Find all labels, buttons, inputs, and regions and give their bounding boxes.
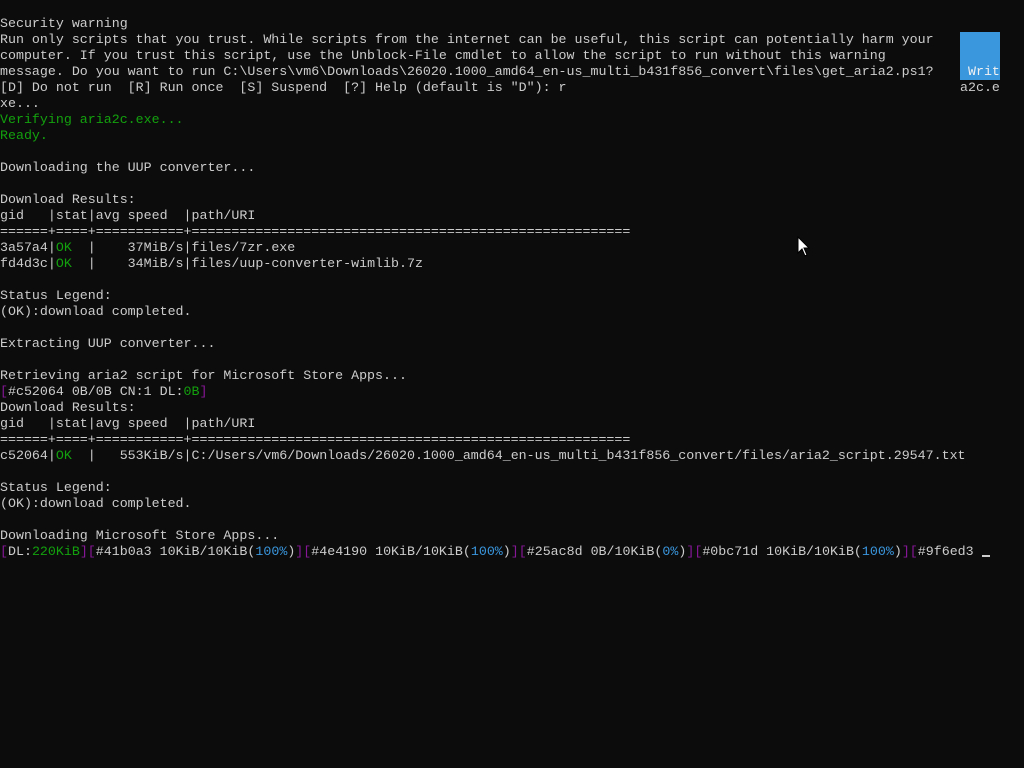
terminal-text: [D] Do not run [R] Run once [S] Suspend … xyxy=(0,80,567,95)
progress-line: Writ xyxy=(960,64,1000,79)
terminal-line: xe... xyxy=(0,96,1010,112)
terminal-line: gid |stat|avg speed |path/URI xyxy=(0,208,1010,224)
terminal-line: c52064|OK | 553KiB/s|C:/Users/vm6/Downlo… xyxy=(0,448,1010,464)
terminal-text-segment: #9f6ed3 xyxy=(917,544,974,559)
terminal-text: Retrieving aria2 script for Microsoft St… xyxy=(0,368,407,383)
terminal-text-segment: ][ xyxy=(79,544,96,559)
terminal-text: Run only scripts that you trust. While s… xyxy=(0,32,934,47)
terminal-text: Status Legend: xyxy=(0,288,112,303)
terminal-text: Status Legend: xyxy=(0,480,112,495)
terminal-text: (OK):download completed. xyxy=(0,496,192,511)
terminal-line: fd4d3c|OK | 34MiB/s|files/uup-converter-… xyxy=(0,256,1010,272)
terminal-text: Download Results: xyxy=(0,192,136,207)
terminal-text: computer. If you trust this script, use … xyxy=(0,48,886,63)
terminal-line: (OK):download completed. xyxy=(0,304,1010,320)
text-cursor xyxy=(981,555,990,557)
terminal-text-segment: ] xyxy=(199,384,208,399)
terminal-text: xe... xyxy=(0,96,40,111)
terminal-text-segment: #25ac8d 0B/10KiB xyxy=(526,544,655,559)
terminal-text-segment: #41b0a3 10KiB/10KiB xyxy=(95,544,248,559)
terminal-line: computer. If you trust this script, use … xyxy=(0,48,945,64)
terminal-text-segment: | 37MiB/s|files/7zr.exe xyxy=(71,240,296,255)
terminal-text-segment: 100% xyxy=(470,544,503,559)
terminal-line: Extracting UUP converter... xyxy=(0,336,1010,352)
terminal-line: Ready. xyxy=(0,128,1010,144)
terminal-text-segment: ][ xyxy=(295,544,312,559)
terminal-text-segment: #c52064 0B/0B CN:1 DL: xyxy=(7,384,184,399)
terminal-text: gid |stat|avg speed |path/URI xyxy=(0,416,256,431)
terminal-text: Ready. xyxy=(0,128,48,143)
terminal-text-segment: [ xyxy=(0,544,8,559)
terminal-line: [D] Do not run [R] Run once [S] Suspend … xyxy=(0,80,1010,96)
terminal-text-segment: 100% xyxy=(861,544,894,559)
terminal-text-segment: fd4d3c| xyxy=(0,256,56,271)
terminal-text-segment: #0bc71d 10KiB/10KiB xyxy=(702,544,854,559)
terminal-text: Verifying aria2c.exe... xyxy=(0,112,184,127)
terminal-text-segment: | 34MiB/s|files/uup-converter-wimlib.7z xyxy=(71,256,423,271)
terminal-line: gid |stat|avg speed |path/URI xyxy=(0,416,1010,432)
arrow-pointer-icon xyxy=(797,236,811,257)
terminal-text: Downloading Microsoft Store Apps... xyxy=(0,528,280,543)
terminal-line: Downloading the UUP converter... xyxy=(0,160,1010,176)
terminal-line: Download Results: xyxy=(0,400,1010,416)
terminal-line: Downloading Microsoft Store Apps... xyxy=(0,528,1010,544)
terminal-text-segment: OK xyxy=(55,256,72,271)
terminal-text: Downloading the UUP converter... xyxy=(0,160,256,175)
terminal-text: Download Results: xyxy=(0,400,136,415)
terminal-text: gid |stat|avg speed |path/URI xyxy=(0,208,256,223)
terminal-output[interactable]: Security warning Run only scripts that yo… xyxy=(0,16,1010,768)
terminal-text: message. Do you want to run C:\Users\vm6… xyxy=(0,64,934,79)
terminal-line: ======+====+===========+================… xyxy=(0,224,1010,240)
terminal-text-segment: OK xyxy=(55,448,72,463)
terminal-text-segment: 3a57a4| xyxy=(0,240,56,255)
terminal-line: Status Legend: xyxy=(0,288,1010,304)
terminal-text-segment: ][ xyxy=(901,544,918,559)
terminal-text-segment: ( xyxy=(462,544,471,559)
terminal-line: Verifying aria2c.exe... xyxy=(0,112,1010,128)
terminal-text-segment: ) xyxy=(502,544,511,559)
terminal-text: Security warning xyxy=(0,16,128,31)
truncated-text-fragment: a2c.e xyxy=(960,80,1000,95)
terminal-text-segment: #4e4190 10KiB/10KiB xyxy=(311,544,463,559)
terminal-text-segment: ( xyxy=(853,544,862,559)
terminal-line: [#c52064 0B/0B CN:1 DL:0B] xyxy=(0,384,1010,400)
terminal-text-segment: c52064| xyxy=(0,448,56,463)
progress-overlay: Writ ritin xyxy=(960,32,1000,80)
terminal-text: ======+====+===========+================… xyxy=(0,432,631,447)
terminal-text-segment: | 553KiB/s|C:/Users/vm6/Downloads/26020.… xyxy=(71,448,966,463)
terminal-line: Download Results: xyxy=(0,192,1010,208)
terminal-line: Status Legend: xyxy=(0,480,1010,496)
terminal-text-segment: OK xyxy=(55,240,72,255)
terminal-text: ======+====+===========+================… xyxy=(0,224,631,239)
terminal-text: (OK):download completed. xyxy=(0,304,192,319)
vertical-scrollbar[interactable] xyxy=(1007,0,1024,768)
terminal-text-segment: [ xyxy=(0,384,8,399)
terminal-text-segment: ][ xyxy=(686,544,703,559)
terminal-line: ======+====+===========+================… xyxy=(0,432,1010,448)
terminal-text-segment: 0% xyxy=(662,544,679,559)
terminal-line: Retrieving aria2 script for Microsoft St… xyxy=(0,368,1010,384)
terminal-text-segment: DL: xyxy=(7,544,32,559)
terminal-line: Security warning xyxy=(0,16,1010,32)
terminal-text-segment: ][ xyxy=(510,544,527,559)
terminal-text-segment: 0B xyxy=(183,384,200,399)
terminal-text: Extracting UUP converter... xyxy=(0,336,216,351)
terminal-line: (OK):download completed. xyxy=(0,496,1010,512)
scrollbar-thumb[interactable] xyxy=(1012,0,1018,700)
terminal-line: 3a57a4|OK | 37MiB/s|files/7zr.exe xyxy=(0,240,1010,256)
terminal-line: [DL:220KiB][#41b0a3 10KiB/10KiB(100%)][#… xyxy=(0,544,1010,560)
terminal-text-segment: 100% xyxy=(255,544,288,559)
terminal-line: Run only scripts that you trust. While s… xyxy=(0,32,945,48)
terminal-text-segment: ) xyxy=(893,544,902,559)
terminal-line: message. Do you want to run C:\Users\vm6… xyxy=(0,64,945,80)
terminal-text-segment: 220KiB xyxy=(31,544,80,559)
